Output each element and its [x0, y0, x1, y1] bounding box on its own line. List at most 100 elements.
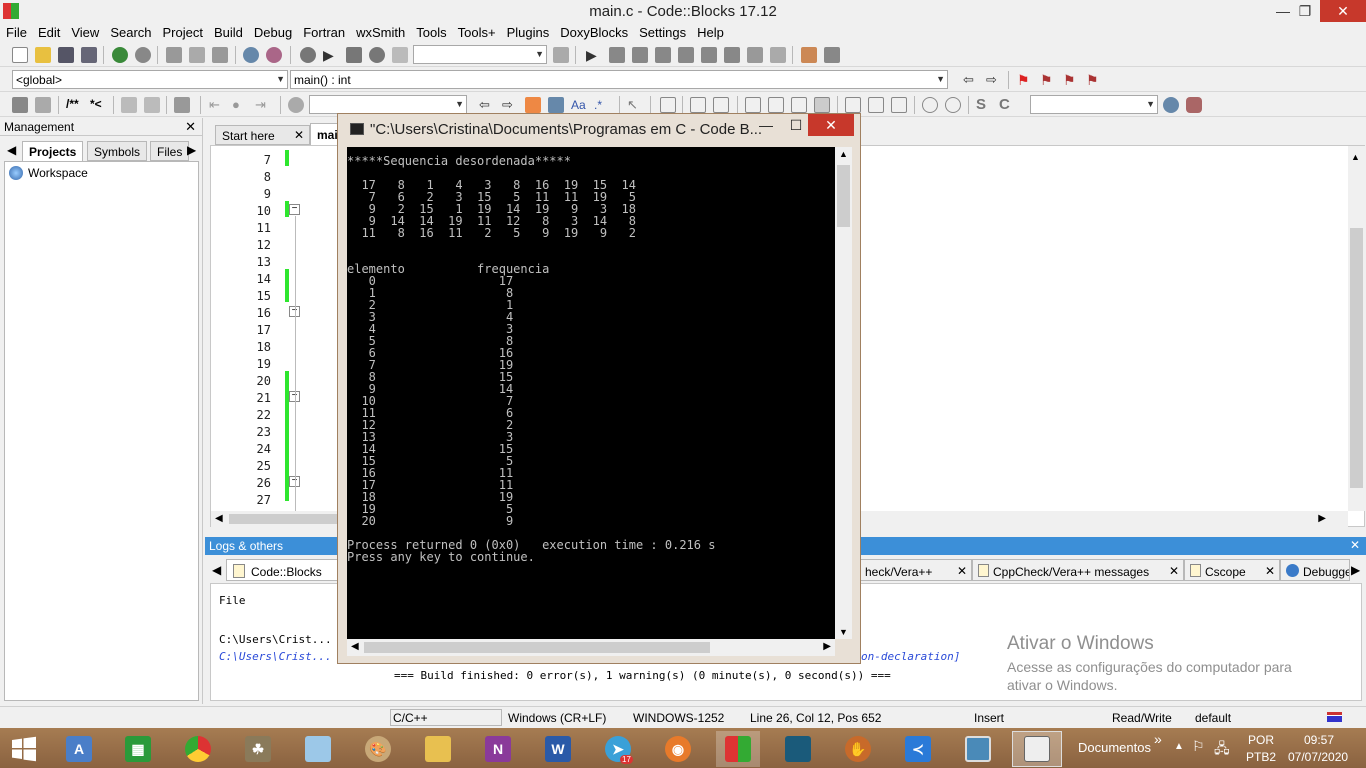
tab-close-icon[interactable]: ✕: [1169, 564, 1179, 578]
taskbar-paint[interactable]: 🎨: [356, 731, 400, 767]
step-instruction-icon[interactable]: [724, 47, 740, 63]
maximize-button[interactable]: ❐: [1286, 0, 1324, 22]
run-chm-icon[interactable]: [144, 97, 160, 113]
zoom-out-icon[interactable]: [945, 97, 961, 113]
taskbar-vscode[interactable]: ≺: [896, 731, 940, 767]
console-vertical-scrollbar[interactable]: ▲ ▼: [835, 147, 852, 639]
jump-back-2-icon[interactable]: ⇦: [479, 97, 495, 113]
close-button[interactable]: ✕: [1320, 0, 1366, 22]
layout7-icon[interactable]: [845, 97, 861, 113]
run-icon[interactable]: ▶: [323, 47, 339, 63]
network-icon[interactable]: 🖧: [1214, 738, 1230, 762]
undo-icon[interactable]: [112, 47, 128, 63]
menu-fortran[interactable]: Fortran: [297, 23, 350, 40]
next-icon[interactable]: ⇥: [255, 97, 271, 113]
build-run-icon[interactable]: [346, 47, 362, 63]
next-instruction-icon[interactable]: [701, 47, 717, 63]
cut-icon[interactable]: [166, 47, 182, 63]
taskbar-store[interactable]: ▦: [116, 731, 160, 767]
tabs-prev-icon[interactable]: ◀: [4, 141, 20, 161]
toggle-bookmark-icon[interactable]: ⚑: [1017, 72, 1033, 88]
menu-settings[interactable]: Settings: [633, 23, 691, 40]
management-close-icon[interactable]: ✕: [185, 119, 196, 135]
menu-edit[interactable]: Edit: [32, 23, 65, 40]
logs-close-icon[interactable]: ✕: [1350, 538, 1360, 552]
step-into-icon[interactable]: [655, 47, 671, 63]
extract-docs-icon[interactable]: [35, 97, 51, 113]
debug-run-icon[interactable]: ▶: [586, 47, 602, 63]
paste-icon[interactable]: [212, 47, 228, 63]
search-symbol-icon[interactable]: [1163, 97, 1179, 113]
config-wrench-icon[interactable]: [174, 97, 190, 113]
start-button[interactable]: [2, 731, 46, 767]
tab-close-icon[interactable]: ✕: [1265, 564, 1275, 578]
run-html-icon[interactable]: [121, 97, 137, 113]
symbol-combo[interactable]: ▼: [1030, 95, 1158, 114]
build-target-select[interactable]: ▼: [413, 45, 547, 64]
c-icon[interactable]: C: [999, 97, 1015, 113]
stop-debug-icon[interactable]: [770, 47, 786, 63]
menu-wxsmith[interactable]: wxSmith: [350, 23, 410, 40]
zoom-in-icon[interactable]: [922, 97, 938, 113]
tab-codeblocks-log[interactable]: Code::Blocks: [226, 559, 346, 581]
rebuild-icon[interactable]: [369, 47, 385, 63]
taskbar-animal[interactable]: ✋: [836, 731, 880, 767]
menu-search[interactable]: Search: [104, 23, 156, 40]
block-comment-button[interactable]: /**: [66, 97, 79, 111]
tab-close-icon[interactable]: ✕: [294, 128, 304, 142]
tab-cppcheck-messages[interactable]: CppCheck/Vera++ messages ✕: [972, 559, 1184, 581]
menu-help[interactable]: Help: [691, 23, 729, 40]
toolbar-chevron[interactable]: »: [1154, 731, 1162, 747]
menu-plugins[interactable]: Plugins: [501, 23, 555, 40]
find-icon[interactable]: [243, 47, 259, 63]
next-line-icon[interactable]: [632, 47, 648, 63]
tab-debugger[interactable]: Debugge: [1280, 559, 1350, 581]
copy-icon[interactable]: [189, 47, 205, 63]
fold-toggle-icon[interactable]: −: [289, 204, 300, 215]
flag-tray-icon[interactable]: ⚐: [1192, 738, 1205, 755]
menu-tools-plus[interactable]: Tools+: [452, 23, 501, 40]
run-to-cursor-icon[interactable]: [609, 47, 625, 63]
tab-start-here[interactable]: Start here ✕: [215, 125, 310, 145]
rect-icon[interactable]: [660, 97, 676, 113]
taskbar-app-blue[interactable]: [296, 731, 340, 767]
tray-expand-icon[interactable]: ▲: [1174, 741, 1184, 752]
search-combo[interactable]: ▼: [309, 95, 467, 114]
step-out-icon[interactable]: [678, 47, 694, 63]
build-gear-icon[interactable]: [300, 47, 316, 63]
prev-bookmark-icon[interactable]: ⚑: [1040, 72, 1056, 88]
workspace-node[interactable]: Workspace: [28, 166, 88, 180]
jump-fwd-2-icon[interactable]: ⇨: [502, 97, 518, 113]
taskbar-console[interactable]: [1012, 731, 1062, 767]
menu-build[interactable]: Build: [208, 23, 248, 40]
console-window[interactable]: "C:\Users\Cristina\Documents\Programas e…: [337, 113, 861, 664]
open-folder-icon[interactable]: [35, 47, 51, 63]
keyboard-layout[interactable]: PTB2: [1246, 750, 1276, 764]
layout1-icon[interactable]: [690, 97, 706, 113]
font-icon[interactable]: Aa: [571, 97, 587, 113]
abort-icon[interactable]: [392, 47, 408, 63]
console-close-button[interactable]: ✕: [808, 114, 854, 136]
taskbar-onenote[interactable]: N: [476, 731, 520, 767]
tab-vera-log[interactable]: heck/Vera++ ✕: [860, 559, 972, 581]
console-maximize-button[interactable]: ☐: [781, 114, 811, 136]
regex-icon[interactable]: .*: [594, 97, 610, 113]
documents-toolbar[interactable]: Documentos: [1078, 740, 1151, 755]
replace-icon[interactable]: [266, 47, 282, 63]
jump-forward-icon[interactable]: ⇨: [986, 72, 1002, 88]
tab-cscope[interactable]: Cscope ✕: [1184, 559, 1280, 581]
language-code[interactable]: POR: [1248, 733, 1274, 747]
tab-symbols[interactable]: Symbols: [87, 141, 148, 161]
target-options-icon[interactable]: [553, 47, 569, 63]
taskbar-explorer[interactable]: [416, 731, 460, 767]
jump-back-icon[interactable]: ⇦: [963, 72, 979, 88]
select-icon[interactable]: [548, 97, 564, 113]
tabs-next-icon[interactable]: ▶: [184, 141, 200, 161]
layout9-icon[interactable]: [891, 97, 907, 113]
taskbar-chrome[interactable]: [176, 731, 220, 767]
s-icon[interactable]: S: [976, 97, 992, 113]
settings-symbol-icon[interactable]: [1186, 97, 1202, 113]
redo-icon[interactable]: [135, 47, 151, 63]
vertical-scrollbar[interactable]: ▲: [1348, 146, 1365, 511]
tab-projects[interactable]: Projects: [22, 141, 84, 161]
